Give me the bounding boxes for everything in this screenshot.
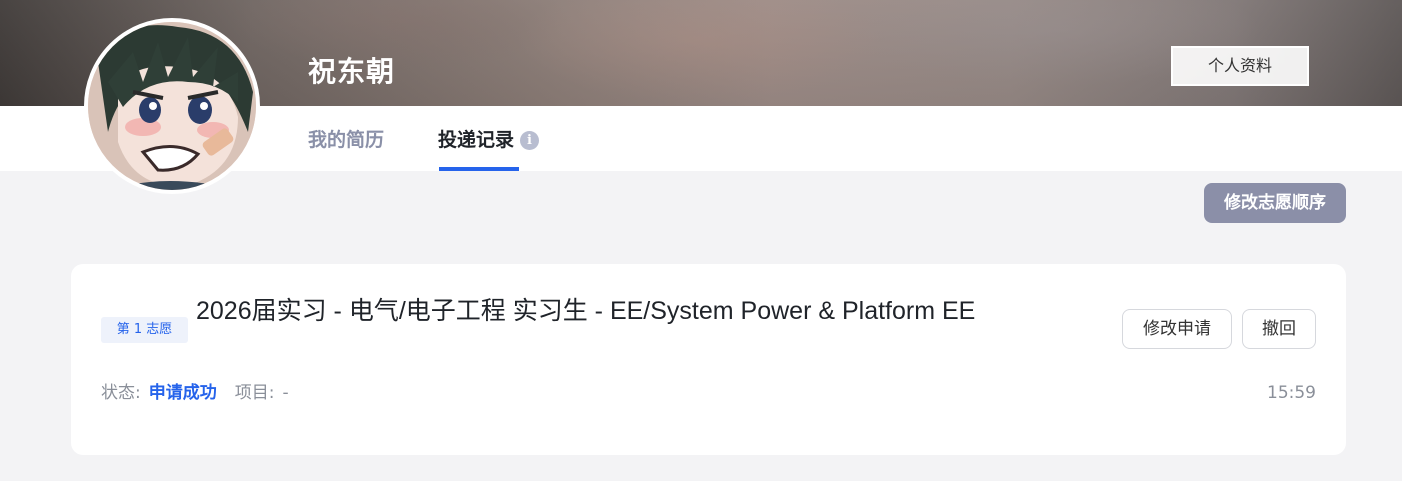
application-meta: 状态: 申请成功 项目: - <box>101 381 289 405</box>
submission-time: 15:59 <box>1267 383 1316 403</box>
project-label: 项目: <box>234 383 275 403</box>
tab-label: 我的简历 <box>308 129 385 151</box>
profile-button[interactable]: 个人资料 <box>1171 46 1309 86</box>
edit-application-button[interactable]: 修改申请 <box>1122 309 1232 349</box>
status-label: 状态: <box>101 383 141 403</box>
project-value: - <box>282 383 289 403</box>
tab-label: 投递记录 <box>438 129 515 151</box>
choice-badge: 第 1 志愿 <box>101 317 188 343</box>
application-card: 第 1 志愿 2026届实习 - 电气/电子工程 实习生 - EE/System… <box>71 264 1346 455</box>
tab-my-resume[interactable]: 我的简历 <box>308 106 384 171</box>
avatar-illustration <box>88 22 256 190</box>
avatar[interactable] <box>84 18 260 194</box>
info-icon[interactable]: i <box>520 131 540 150</box>
job-title[interactable]: 2026届实习 - 电气/电子工程 实习生 - EE/System Power … <box>196 294 986 328</box>
reorder-preferences-button[interactable]: 修改志愿顺序 <box>1204 183 1346 223</box>
user-name: 祝东朝 <box>308 55 396 88</box>
status-value: 申请成功 <box>148 383 217 403</box>
withdraw-button[interactable]: 撤回 <box>1242 309 1316 349</box>
active-tab-indicator <box>439 167 519 171</box>
tab-application-records[interactable]: 投递记录 i <box>438 106 540 171</box>
